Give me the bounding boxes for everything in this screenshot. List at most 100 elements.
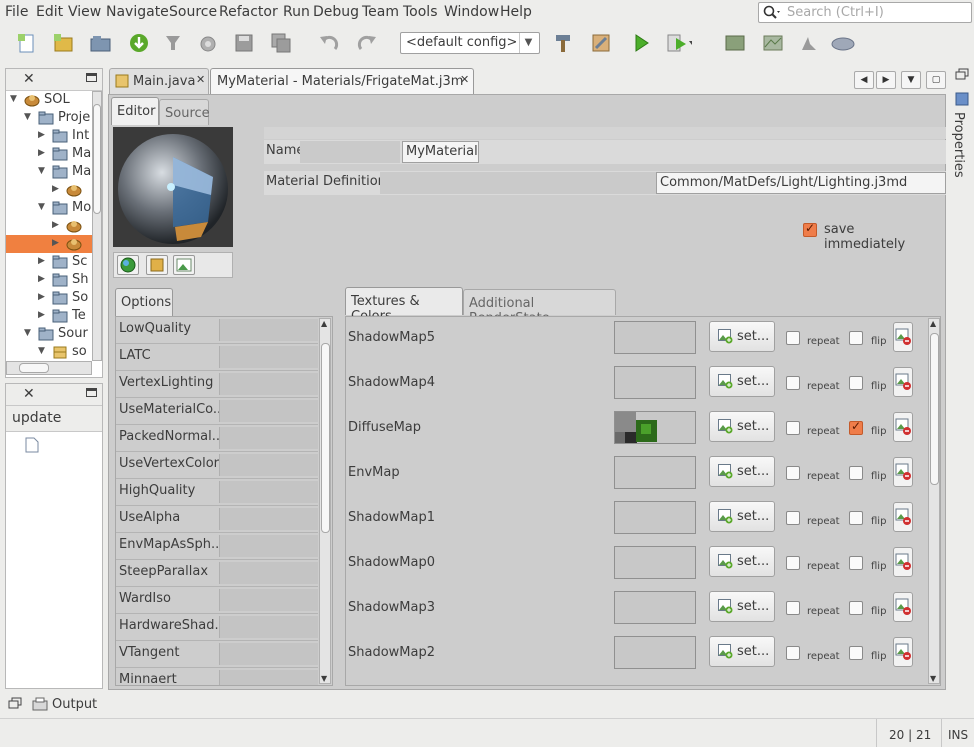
preview-quad-button[interactable] xyxy=(173,255,195,275)
tab-source[interactable]: Source xyxy=(159,99,210,125)
tab-editor[interactable]: Editor xyxy=(111,97,159,125)
tree-node[interactable]: ▼ so xyxy=(6,343,92,361)
terrain-icon[interactable] xyxy=(760,30,786,56)
menu-window[interactable]: Window xyxy=(444,4,499,20)
cloud-icon[interactable] xyxy=(830,30,856,56)
tab-additional-renderstate[interactable]: Additional RenderState xyxy=(463,289,616,326)
flip-checkbox[interactable] xyxy=(849,601,863,615)
tree-horizontal-scrollbar[interactable] xyxy=(6,361,92,375)
remove-texture-button[interactable] xyxy=(893,457,913,487)
restore-window-icon[interactable] xyxy=(8,697,22,709)
tree-node[interactable]: ▶ xyxy=(6,235,92,253)
menu-source[interactable]: Source xyxy=(169,4,217,20)
tab-main-java[interactable]: Main.java ✕ xyxy=(109,68,209,94)
option-value-field[interactable] xyxy=(219,589,318,611)
minimize-icon[interactable] xyxy=(86,388,97,397)
expand-icon[interactable]: ▶ xyxy=(52,184,59,194)
option-value-field[interactable] xyxy=(219,481,318,503)
tab-options[interactable]: Options xyxy=(115,288,173,316)
new-file-icon[interactable] xyxy=(14,30,40,56)
set-texture-button[interactable]: set... xyxy=(709,591,775,622)
set-texture-button[interactable]: set... xyxy=(709,501,775,532)
material-definition-input[interactable]: Common/MatDefs/Light/Lighting.j3md xyxy=(656,172,946,194)
expand-icon[interactable]: ▶ xyxy=(38,256,45,266)
option-value-field[interactable] xyxy=(219,400,318,422)
collapse-icon[interactable]: ▼ xyxy=(10,94,17,104)
menu-help[interactable]: Help xyxy=(500,4,532,20)
collapse-icon[interactable]: ▼ xyxy=(38,346,45,356)
tree-node[interactable]: ▶ Sc xyxy=(6,253,92,271)
option-value-field[interactable] xyxy=(219,535,318,557)
minimize-icon[interactable] xyxy=(86,73,97,82)
scroll-tabs-left-button[interactable]: ◀ xyxy=(854,71,874,89)
build-hammer-icon[interactable] xyxy=(550,30,576,56)
menu-edit[interactable]: Edit xyxy=(36,4,63,20)
restore-window-icon[interactable] xyxy=(955,68,972,84)
scroll-tabs-right-button[interactable]: ▶ xyxy=(876,71,896,89)
collapse-icon[interactable]: ▼ xyxy=(24,112,31,122)
download-icon[interactable] xyxy=(126,30,152,56)
tree-node[interactable]: ▼ Proje xyxy=(6,109,92,127)
expand-icon[interactable]: ▶ xyxy=(38,292,45,302)
tree-node[interactable]: ▶ Te xyxy=(6,307,92,325)
tree-node[interactable]: ▼ Sour xyxy=(6,325,92,343)
clean-icon[interactable] xyxy=(160,30,186,56)
expand-icon[interactable]: ▶ xyxy=(52,238,59,248)
menu-team[interactable]: Team xyxy=(362,4,399,20)
option-value-field[interactable] xyxy=(219,373,318,395)
close-icon[interactable]: ✕ xyxy=(23,386,35,402)
tree-node[interactable]: ▼ Ma xyxy=(6,163,92,181)
tab-textures-colors[interactable]: Textures & Colors xyxy=(345,287,463,324)
menu-debug[interactable]: Debug xyxy=(313,4,359,20)
redo-icon[interactable] xyxy=(354,30,380,56)
tree-node[interactable]: ▼ Mo xyxy=(6,199,92,217)
new-project-icon[interactable] xyxy=(50,30,76,56)
repeat-checkbox[interactable] xyxy=(786,331,800,345)
search-input[interactable]: Search (Ctrl+I) xyxy=(758,2,972,23)
set-texture-button[interactable]: set... xyxy=(709,411,775,442)
remove-texture-button[interactable] xyxy=(893,637,913,667)
show-opened-documents-button[interactable]: ▼ xyxy=(901,71,921,89)
repeat-checkbox[interactable] xyxy=(786,421,800,435)
flip-checkbox[interactable] xyxy=(849,556,863,570)
option-value-field[interactable] xyxy=(219,670,318,685)
flip-checkbox[interactable] xyxy=(849,331,863,345)
maximize-window-button[interactable]: ▢ xyxy=(926,71,946,89)
remove-texture-button[interactable] xyxy=(893,592,913,622)
option-value-field[interactable] xyxy=(219,346,318,368)
blender-icon[interactable] xyxy=(194,30,220,56)
output-tab[interactable]: Output xyxy=(32,696,102,714)
tree-vertical-scrollbar[interactable] xyxy=(92,91,102,361)
tree-node[interactable]: ▶ So xyxy=(6,289,92,307)
tree-node[interactable]: ▶ xyxy=(6,217,92,235)
options-scroll-thumb[interactable] xyxy=(321,343,330,533)
collapse-icon[interactable]: ▼ xyxy=(24,328,31,338)
remove-texture-button[interactable] xyxy=(893,322,913,352)
tree-scroll-thumb[interactable] xyxy=(93,104,101,214)
set-texture-button[interactable]: set... xyxy=(709,636,775,667)
clean-build-icon[interactable] xyxy=(588,30,614,56)
tab-mymaterial[interactable]: MyMaterial - Materials/FrigateMat.j3m ✕ xyxy=(210,68,474,94)
save-icon[interactable] xyxy=(231,30,257,56)
menu-refactor[interactable]: Refactor xyxy=(219,4,278,20)
undo-icon[interactable] xyxy=(316,30,342,56)
save-immediately-checkbox[interactable]: save immediately xyxy=(803,221,935,252)
expand-icon[interactable]: ▶ xyxy=(38,310,45,320)
run-icon[interactable] xyxy=(628,30,654,56)
menu-file[interactable]: File xyxy=(5,4,28,20)
repeat-checkbox[interactable] xyxy=(786,556,800,570)
option-value-field[interactable] xyxy=(219,508,318,530)
save-all-icon[interactable] xyxy=(268,30,294,56)
tree-node[interactable]: ▶ Ma xyxy=(6,145,92,163)
repeat-checkbox[interactable] xyxy=(786,376,800,390)
tree-node[interactable]: ▼ SOL xyxy=(6,91,92,109)
option-value-field[interactable] xyxy=(219,454,318,476)
set-texture-button[interactable]: set... xyxy=(709,366,775,397)
preview-box-button[interactable] xyxy=(146,255,168,275)
repeat-checkbox[interactable] xyxy=(786,646,800,660)
option-value-field[interactable] xyxy=(219,562,318,584)
textures-scrollbar[interactable]: ▲ ▼ xyxy=(928,318,940,684)
repeat-checkbox[interactable] xyxy=(786,511,800,525)
menu-run[interactable]: Run xyxy=(283,4,310,20)
remove-texture-button[interactable] xyxy=(893,367,913,397)
